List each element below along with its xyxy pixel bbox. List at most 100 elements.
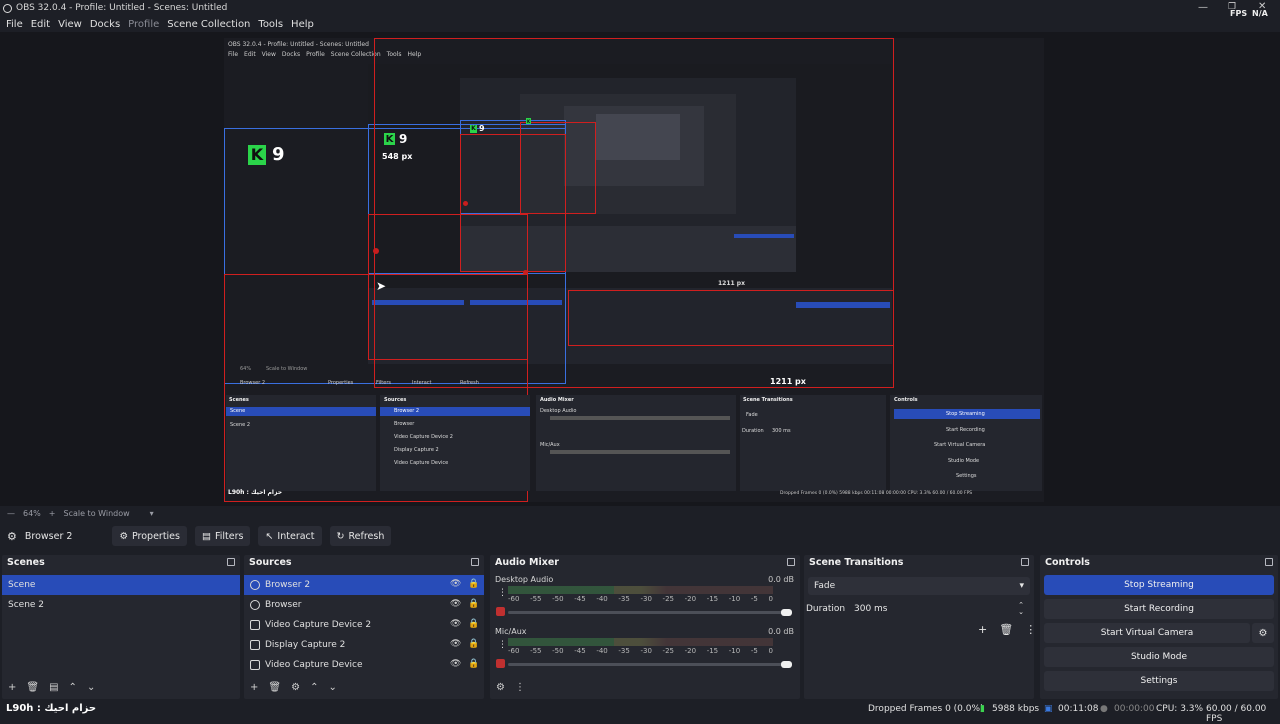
undock-icon[interactable] bbox=[787, 558, 795, 566]
add-icon[interactable]: + bbox=[978, 623, 987, 636]
source-gear-icon[interactable]: ⚙ bbox=[7, 530, 17, 543]
duration-input[interactable]: 300 ms ⌃ ⌄ bbox=[848, 600, 1030, 618]
spin-icon[interactable]: ⌃ ⌄ bbox=[1018, 602, 1024, 616]
mute-icon[interactable] bbox=[496, 607, 505, 616]
nested-menu-item: File bbox=[228, 51, 239, 58]
undock-icon[interactable] bbox=[1265, 558, 1273, 566]
chevron-down-icon: ▾ bbox=[1019, 581, 1024, 591]
menu-docks[interactable]: Docks bbox=[90, 19, 120, 30]
interact-button[interactable]: ↖ Interact bbox=[258, 526, 322, 546]
interact-label: Interact bbox=[277, 530, 315, 542]
mute-icon[interactable] bbox=[496, 659, 505, 668]
tick-label: -30 bbox=[640, 647, 652, 655]
meter-ticks: -60 -55 -50 -45 -40 -35 -30 -25 -20 -15 -10 -5 0 bbox=[508, 647, 773, 657]
fader-knob[interactable] bbox=[781, 609, 792, 616]
menu-file[interactable]: File bbox=[6, 19, 23, 30]
eye-icon[interactable]: 👁 bbox=[450, 579, 461, 589]
scene-item[interactable]: Scene 2 bbox=[2, 595, 240, 615]
add-icon[interactable]: + bbox=[250, 682, 258, 693]
lock-icon[interactable]: 🔒 bbox=[468, 619, 479, 629]
transition-select[interactable]: Fade ▾ bbox=[808, 577, 1030, 595]
menu-scene-collection[interactable]: Scene Collection bbox=[167, 19, 250, 30]
refresh-button[interactable]: ↻ Refresh bbox=[329, 526, 392, 546]
chevron-down-icon[interactable]: ⌄ bbox=[328, 682, 336, 693]
add-icon[interactable]: + bbox=[8, 682, 16, 693]
eye-icon[interactable]: 👁 bbox=[450, 619, 461, 629]
trash-icon[interactable]: 🗑 bbox=[999, 623, 1013, 636]
title-bar: OBS 32.0.4 - Profile: Untitled - Scenes:… bbox=[0, 0, 1280, 18]
source-item[interactable]: Video Capture Device 2 👁 🔒 bbox=[244, 615, 484, 635]
properties-button[interactable]: ⚙ Properties bbox=[112, 526, 187, 546]
scene-item[interactable]: Scene bbox=[2, 575, 240, 595]
transition-actions: + 🗑 ⋮ bbox=[978, 623, 1036, 636]
filters-button[interactable]: ▤ Filters bbox=[194, 526, 251, 546]
lock-icon[interactable]: 🔒 bbox=[468, 659, 479, 669]
volume-fader[interactable] bbox=[508, 611, 785, 614]
tick-label: -45 bbox=[574, 595, 586, 603]
stop-streaming-button[interactable]: Stop Streaming bbox=[1044, 575, 1274, 595]
source-item[interactable]: Display Capture 2 👁 🔒 bbox=[244, 635, 484, 655]
nested-audio-ch2: Mic/Aux bbox=[540, 442, 560, 448]
virtual-camera-settings-button[interactable]: ⚙ bbox=[1252, 623, 1274, 643]
nested-btn-properties: Properties bbox=[328, 380, 354, 386]
nested-source-item: Video Capture Device bbox=[394, 460, 449, 466]
refresh-label: Refresh bbox=[348, 530, 385, 542]
more-icon[interactable]: ⋮ bbox=[1025, 623, 1036, 636]
nested-source-item: Display Capture 2 bbox=[394, 447, 439, 453]
audio-settings-icon[interactable]: ⚙ bbox=[496, 682, 505, 693]
record-icon: ● bbox=[1100, 704, 1108, 714]
undock-icon[interactable] bbox=[471, 558, 479, 566]
menu-view[interactable]: View bbox=[58, 19, 82, 30]
menu-help[interactable]: Help bbox=[291, 19, 314, 30]
channel-menu-icon[interactable]: ⋮ bbox=[498, 588, 507, 598]
undock-icon[interactable] bbox=[227, 558, 235, 566]
scale-mode[interactable]: Scale to Window bbox=[63, 509, 129, 518]
k-logo-icon: K bbox=[470, 124, 477, 133]
zoom-in-icon[interactable]: + bbox=[49, 509, 56, 518]
fps-readout: 60.00 / 60.00 FPS bbox=[1206, 704, 1267, 724]
eye-icon[interactable]: 👁 bbox=[450, 659, 461, 669]
source-item[interactable]: Browser 2 👁 🔒 bbox=[244, 575, 484, 595]
chevron-up-icon[interactable]: ⌃ bbox=[310, 682, 318, 693]
menu-edit[interactable]: Edit bbox=[31, 19, 50, 30]
more-icon[interactable]: ⋮ bbox=[515, 682, 525, 693]
start-recording-button[interactable]: Start Recording bbox=[1044, 599, 1274, 619]
menu-tools[interactable]: Tools bbox=[258, 19, 283, 30]
chevron-up-icon[interactable]: ⌃ bbox=[69, 682, 77, 693]
tick-label: 0 bbox=[768, 647, 773, 655]
undock-icon[interactable] bbox=[1021, 558, 1029, 566]
minimize-button[interactable]: — bbox=[1198, 2, 1208, 13]
filter-icon[interactable]: ▤ bbox=[49, 682, 58, 693]
gear-icon[interactable]: ⚙ bbox=[291, 682, 300, 693]
sources-title: Sources bbox=[249, 556, 292, 568]
source-item[interactable]: Browser 👁 🔒 bbox=[244, 595, 484, 615]
lock-icon[interactable]: 🔒 bbox=[468, 579, 479, 589]
tick-label: -20 bbox=[684, 647, 697, 655]
k9-number: 9 bbox=[272, 144, 285, 165]
settings-button[interactable]: Settings bbox=[1044, 671, 1274, 691]
start-virtual-camera-button[interactable]: Start Virtual Camera bbox=[1044, 623, 1250, 643]
channel-menu-icon[interactable]: ⋮ bbox=[498, 640, 507, 650]
source-item[interactable]: Video Capture Device 👁 🔒 bbox=[244, 655, 484, 675]
k9-logo-tiny: K bbox=[526, 118, 531, 124]
nested-control-item: Settings bbox=[956, 473, 977, 479]
fader-knob[interactable] bbox=[781, 661, 792, 668]
volume-fader[interactable] bbox=[508, 663, 785, 666]
record-time: 00:00:00 bbox=[1114, 704, 1155, 714]
k-logo-icon: K bbox=[526, 118, 531, 124]
audio-footer: ⚙ ⋮ bbox=[490, 679, 800, 695]
trash-icon[interactable]: 🗑 bbox=[26, 682, 39, 693]
eye-icon[interactable]: 👁 bbox=[450, 639, 461, 649]
chevron-down-icon[interactable]: ⌄ bbox=[87, 682, 95, 693]
lock-icon[interactable]: 🔒 bbox=[468, 639, 479, 649]
lock-icon[interactable]: 🔒 bbox=[468, 599, 479, 609]
scale-dropdown-icon[interactable]: ▾ bbox=[150, 509, 154, 518]
bitrate: 5988 kbps bbox=[992, 704, 1040, 714]
nested-scenes-selected bbox=[226, 407, 376, 416]
menu-profile[interactable]: Profile bbox=[128, 19, 159, 30]
studio-mode-button[interactable]: Studio Mode bbox=[1044, 647, 1274, 667]
zoom-out-icon[interactable]: — bbox=[7, 509, 15, 518]
eye-icon[interactable]: 👁 bbox=[450, 599, 461, 609]
trash-icon[interactable]: 🗑 bbox=[268, 682, 281, 693]
obs-logo-icon bbox=[3, 3, 12, 13]
